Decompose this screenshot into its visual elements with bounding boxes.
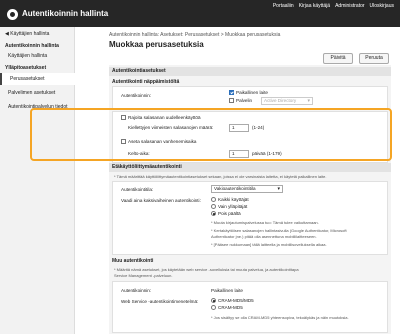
other-auth-method-label: Autentikoinnin: — [121, 288, 152, 293]
auth-method-panel: Autentikoinnin: Paikallinen laite Palvel… — [112, 86, 388, 110]
server-checkbox[interactable] — [229, 98, 234, 103]
sidebar: ◀ Käyttäjien hallinta Autentikoinnin hal… — [0, 27, 75, 334]
admin-user-link[interactable]: Administrator — [335, 3, 364, 9]
remote-ui-auth-header: Etäkäyttöliittymäautentikointi — [109, 163, 391, 172]
top-links: Portaaliin Kirjaa käyttäjä Administrator… — [273, 3, 394, 9]
two-factor-all-label: Kaikki käyttäjät — [218, 197, 249, 202]
other-auth-note-2: Service Management -palveluun. — [114, 273, 173, 278]
auth-mode-label: Autentikointitila: — [121, 187, 154, 192]
prohibited-count-label: Kiellettyjen viimeisten salasanojen määr… — [128, 125, 214, 130]
sidebar-section-auth: Autentikoinnin hallinta — [5, 43, 59, 49]
two-factor-admin-label: Vain ylläpitäjät — [218, 204, 248, 209]
cram-md5-md5-radio[interactable] — [211, 298, 216, 303]
log-user-link[interactable]: Kirjaa käyttäjä — [299, 3, 330, 9]
top-bar: Autentikoinnin hallinta Portaaliin Kirja… — [0, 0, 400, 27]
other-auth-note-1: * Määritä nämä asetukset, jos käytetään … — [114, 267, 299, 272]
password-policy-panel: Rajoita salasanan uudelleenkäyttöä Kiell… — [112, 111, 388, 163]
two-factor-off-radio[interactable] — [211, 211, 216, 216]
update-button[interactable]: Päivitä — [323, 53, 353, 64]
remote-ui-note: * Tämä määrittää käyttöliittymäautentiko… — [114, 174, 327, 179]
local-device-label: Paikallinen laite — [236, 90, 268, 95]
prohibited-count-range: (1-24) — [252, 125, 265, 130]
auth-settings-header: Autentikointiasetukset — [109, 67, 391, 76]
cancel-button[interactable]: Peruuta — [359, 53, 389, 64]
two-factor-admin-radio[interactable] — [211, 204, 216, 209]
auth-mode-select[interactable]: Vakioautentikointitila — [211, 185, 283, 193]
local-device-checkbox[interactable] — [229, 90, 234, 95]
other-auth-method-value: Paikallinen laite — [211, 288, 243, 293]
validity-range: päivää (1-179) — [252, 151, 282, 156]
sidebar-item-users[interactable]: Käyttäjien hallinta — [0, 50, 75, 62]
other-auth-header: Muu autentikointi — [112, 258, 154, 264]
main-area: Autentikoinnin hallinta: Asetukset: Peru… — [76, 27, 400, 334]
cram-md5-md5-label: CRAM-MD5/MD5 — [218, 298, 254, 303]
two-factor-note-4: * [Pääsee nukkumaan] tällä laitteella ja… — [211, 242, 327, 247]
two-factor-all-radio[interactable] — [211, 197, 216, 202]
remote-ui-panel: Autentikointitila: Vakioautentikointitil… — [112, 181, 388, 255]
validity-label: Kelto-aika: — [128, 151, 150, 156]
page-title: Muokkaa perusasetuksia — [109, 40, 204, 49]
expiry-label: Aseta salasanan vanhenemisaika — [128, 139, 197, 144]
validity-input[interactable]: 1 — [229, 150, 249, 158]
sidebar-item-basic-settings[interactable]: Perusasetukset — [0, 73, 75, 85]
logout-link[interactable]: Uloskirjaus — [370, 3, 394, 9]
sidebar-item-service-info[interactable]: Autentikointipalvelun tiedot — [0, 101, 75, 113]
web-service-note: * Jos sisältyy se olla CRAM-MD5 yhteenso… — [211, 315, 349, 320]
sidebar-back-link[interactable]: ◀ Käyttäjien hallinta — [5, 31, 49, 37]
sidebar-section-maintenance: Ylläpitoasetukset — [5, 65, 47, 71]
sidebar-item-server-settings[interactable]: Palvelimen asetukset — [0, 87, 75, 99]
auth-method-label: Autentikoinnin: — [121, 93, 152, 98]
two-factor-label: Vaadi aina kaksivaiheinen autentikointi: — [121, 198, 201, 203]
prohibited-count-input[interactable]: 1 — [229, 124, 249, 132]
two-factor-note-1: * Muuta kirjautumispalvelussa tuo: Tämä … — [211, 220, 319, 225]
cram-md5-label: CRAM-MD5 — [218, 305, 243, 310]
restrict-reuse-checkbox[interactable] — [121, 115, 126, 120]
restrict-reuse-label: Rajoita salasanan uudelleenkäyttöä — [128, 115, 201, 120]
breadcrumb: Autentikoinnin hallinta: Asetukset: Peru… — [109, 32, 281, 38]
app-title: Autentikoinnin hallinta — [22, 9, 109, 18]
server-label: Palvelin — [236, 98, 253, 103]
expiry-checkbox[interactable] — [121, 139, 126, 144]
portal-link[interactable]: Portaaliin — [273, 3, 294, 9]
cram-md5-radio[interactable] — [211, 305, 216, 310]
server-type-select[interactable]: Active Directory — [261, 97, 313, 105]
two-factor-off-label: Pois päältä — [218, 211, 241, 216]
keyboard-auth-subheader: Autentikointi näppäimistöltä — [112, 79, 180, 85]
app-logo-icon — [7, 9, 18, 20]
two-factor-note-2: * Kertakäyttöisen salasanojen hallintasi… — [211, 228, 347, 233]
settings-content: Autentikointiasetukset Autentikointi näp… — [109, 65, 391, 334]
other-auth-panel: Autentikoinnin: Paikallinen laite Web Se… — [112, 281, 388, 333]
two-factor-note-3: Authenticator jne.) pitää olla asennettu… — [211, 234, 317, 239]
web-service-auth-label: Web Service -autentikointimenetelmä: — [121, 299, 199, 304]
